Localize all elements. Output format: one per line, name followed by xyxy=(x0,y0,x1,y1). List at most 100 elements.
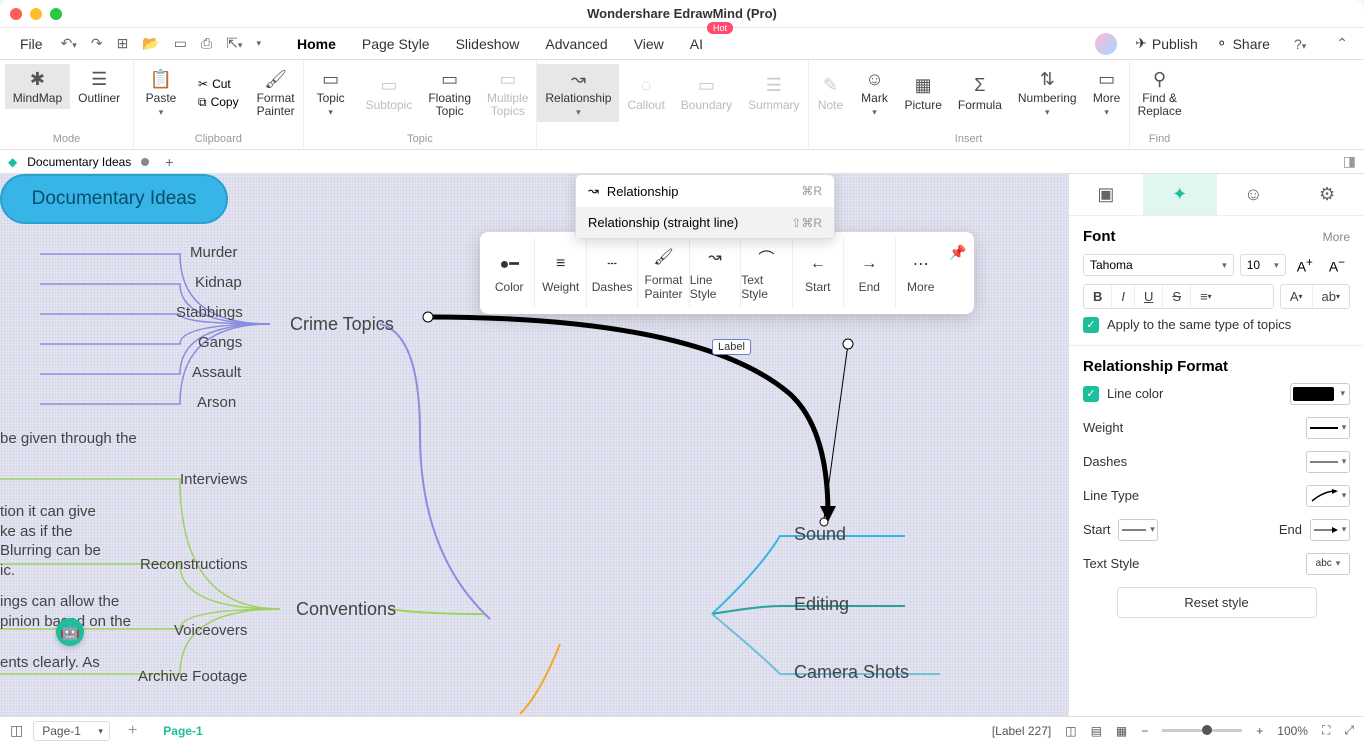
mark-button[interactable]: ☺Mark▾ xyxy=(853,64,897,122)
tab-home[interactable]: Home xyxy=(285,32,348,56)
end-arrow-select[interactable]: ▾ xyxy=(1310,519,1350,541)
export-button[interactable]: ⇱▾ xyxy=(220,31,248,56)
help-button[interactable]: ?▾ xyxy=(1288,32,1312,56)
numbering-button[interactable]: ⇅Numbering▾ xyxy=(1010,64,1085,122)
topic-camera-shots[interactable]: Camera Shots xyxy=(794,662,909,683)
dd-relationship-straight[interactable]: Relationship (straight line) ⇧⌘R xyxy=(576,207,834,238)
ft-start[interactable]: ←Start xyxy=(793,238,844,308)
central-topic[interactable]: Documentary Ideas xyxy=(0,174,228,224)
minimize-window-button[interactable] xyxy=(30,8,42,20)
underline-button[interactable]: U xyxy=(1135,285,1163,308)
ft-weight[interactable]: ≡Weight xyxy=(535,238,586,308)
floating-topic-button[interactable]: ▭Floating Topic xyxy=(420,64,479,122)
leaf-reconstructions[interactable]: Reconstructions xyxy=(140,556,248,573)
dd-relationship[interactable]: ↝Relationship ⌘R xyxy=(576,175,834,207)
paste-button[interactable]: 📋Paste▾ xyxy=(134,64,188,122)
open-button[interactable]: 📂 xyxy=(136,31,165,56)
italic-button[interactable]: I xyxy=(1112,285,1135,308)
sp-tab-style[interactable]: ✦ xyxy=(1143,174,1217,215)
new-button[interactable]: ⊞ xyxy=(111,31,135,56)
zoom-out-button[interactable]: − xyxy=(1141,724,1148,738)
copy-button[interactable]: ⧉Copy xyxy=(194,93,243,112)
font-decrease-button[interactable]: A− xyxy=(1324,253,1350,278)
boundary-button[interactable]: ▭Boundary xyxy=(673,64,740,122)
apply-same-row[interactable]: ✓ Apply to the same type of topics xyxy=(1083,317,1350,333)
page-tab-active[interactable]: Page-1 xyxy=(155,724,210,738)
picture-button[interactable]: ▦Picture xyxy=(897,64,950,122)
tab-ai[interactable]: AIHot xyxy=(678,32,715,56)
topic-button[interactable]: ▭Topic▾ xyxy=(304,64,358,122)
outliner-button[interactable]: ☰Outliner xyxy=(70,64,128,109)
line-color-swatch[interactable]: ▾ xyxy=(1290,383,1350,405)
ft-end[interactable]: →End xyxy=(844,238,895,308)
tab-view[interactable]: View xyxy=(622,32,676,56)
apply-same-checkbox[interactable]: ✓ xyxy=(1083,317,1099,333)
ai-assistant-bubble[interactable]: 🤖 xyxy=(56,618,84,646)
publish-button[interactable]: ✈Publish xyxy=(1135,35,1198,52)
font-family-select[interactable]: Tahoma▾ xyxy=(1083,254,1234,276)
file-menu[interactable]: File xyxy=(10,32,53,56)
sp-tab-settings[interactable]: ⚙ xyxy=(1290,174,1364,215)
font-color-button[interactable]: A▾ xyxy=(1281,285,1313,308)
leaf-voiceovers[interactable]: Voiceovers xyxy=(174,622,247,639)
zoom-in-button[interactable]: + xyxy=(1256,724,1263,738)
view-mode-1-icon[interactable]: ◫ xyxy=(1065,724,1076,738)
new-tab-button[interactable]: + xyxy=(159,154,179,170)
ft-more[interactable]: ⋯More xyxy=(896,238,946,308)
close-window-button[interactable] xyxy=(10,8,22,20)
more-icon[interactable]: ▾ xyxy=(250,34,267,53)
ft-color[interactable]: ●━Color xyxy=(484,238,535,308)
text-style-select[interactable]: abc▾ xyxy=(1306,553,1350,575)
font-more[interactable]: More xyxy=(1323,230,1350,244)
tab-slideshow[interactable]: Slideshow xyxy=(444,32,532,56)
page-select[interactable]: Page-1▾ xyxy=(33,721,110,741)
summary-button[interactable]: ☰Summary xyxy=(740,64,807,122)
leaf-interviews[interactable]: Interviews xyxy=(180,471,248,488)
ft-pin-button[interactable]: 📌 xyxy=(946,238,970,308)
callout-button[interactable]: ◌Callout xyxy=(619,64,672,122)
maximize-window-button[interactable] xyxy=(50,8,62,20)
topic-sound[interactable]: Sound xyxy=(794,524,846,545)
print-button[interactable]: ⎙ xyxy=(195,31,218,56)
bold-button[interactable]: B xyxy=(1084,285,1112,308)
insert-more-button[interactable]: ▭More▾ xyxy=(1085,64,1129,122)
save-button[interactable]: ▭ xyxy=(168,31,193,56)
ft-dashes[interactable]: ┄Dashes xyxy=(587,238,638,308)
formula-button[interactable]: ΣFormula xyxy=(950,64,1010,122)
leaf-murder[interactable]: Murder xyxy=(190,244,238,261)
multiple-topics-button[interactable]: ▭Multiple Topics xyxy=(479,64,536,122)
avatar[interactable] xyxy=(1095,33,1117,55)
leaf-gangs[interactable]: Gangs xyxy=(198,334,242,351)
align-button[interactable]: ≡▾ xyxy=(1191,285,1221,308)
relationship-button[interactable]: ↝Relationship▾ xyxy=(537,64,619,122)
leaf-stabbings[interactable]: Stabbings xyxy=(176,304,243,321)
fullscreen-icon[interactable]: ⤢ xyxy=(1344,723,1354,738)
side-toggle-icon[interactable]: ◨ xyxy=(1343,153,1356,170)
sp-tab-mark[interactable]: ☺ xyxy=(1217,174,1291,215)
topic-crime[interactable]: Crime Topics xyxy=(290,314,394,335)
format-painter-button[interactable]: 🖌Format Painter xyxy=(249,64,303,122)
weight-select[interactable]: ▾ xyxy=(1306,417,1350,439)
start-arrow-select[interactable]: ▾ xyxy=(1118,519,1158,541)
doc-tab-name[interactable]: Documentary Ideas xyxy=(27,155,131,169)
share-button[interactable]: ⚬Share xyxy=(1216,35,1270,52)
view-mode-3-icon[interactable]: ▦ xyxy=(1116,724,1127,738)
leaf-kidnap[interactable]: Kidnap xyxy=(195,274,242,291)
font-size-select[interactable]: 10▾ xyxy=(1240,254,1286,276)
tab-advanced[interactable]: Advanced xyxy=(533,32,619,56)
fit-page-icon[interactable]: ⛶ xyxy=(1322,723,1330,738)
find-replace-button[interactable]: ⚲Find & Replace xyxy=(1130,64,1190,122)
zoom-slider[interactable] xyxy=(1162,729,1242,732)
line-type-select[interactable]: ▾ xyxy=(1306,485,1350,507)
note-button[interactable]: ✎Note xyxy=(809,64,853,122)
ft-format-painter[interactable]: 🖌Format Painter xyxy=(638,238,689,308)
leaf-archive-footage[interactable]: Archive Footage xyxy=(138,668,247,685)
leaf-assault[interactable]: Assault xyxy=(192,364,241,381)
highlight-button[interactable]: ab▾ xyxy=(1313,285,1349,308)
tab-page-style[interactable]: Page Style xyxy=(350,32,442,56)
line-color-checkbox[interactable]: ✓ xyxy=(1083,386,1099,402)
ft-line-style[interactable]: ↝Line Style xyxy=(690,238,741,308)
relationship-label[interactable]: Label xyxy=(712,339,751,355)
reset-style-button[interactable]: Reset style xyxy=(1117,587,1317,618)
dashes-select[interactable]: ▾ xyxy=(1306,451,1350,473)
